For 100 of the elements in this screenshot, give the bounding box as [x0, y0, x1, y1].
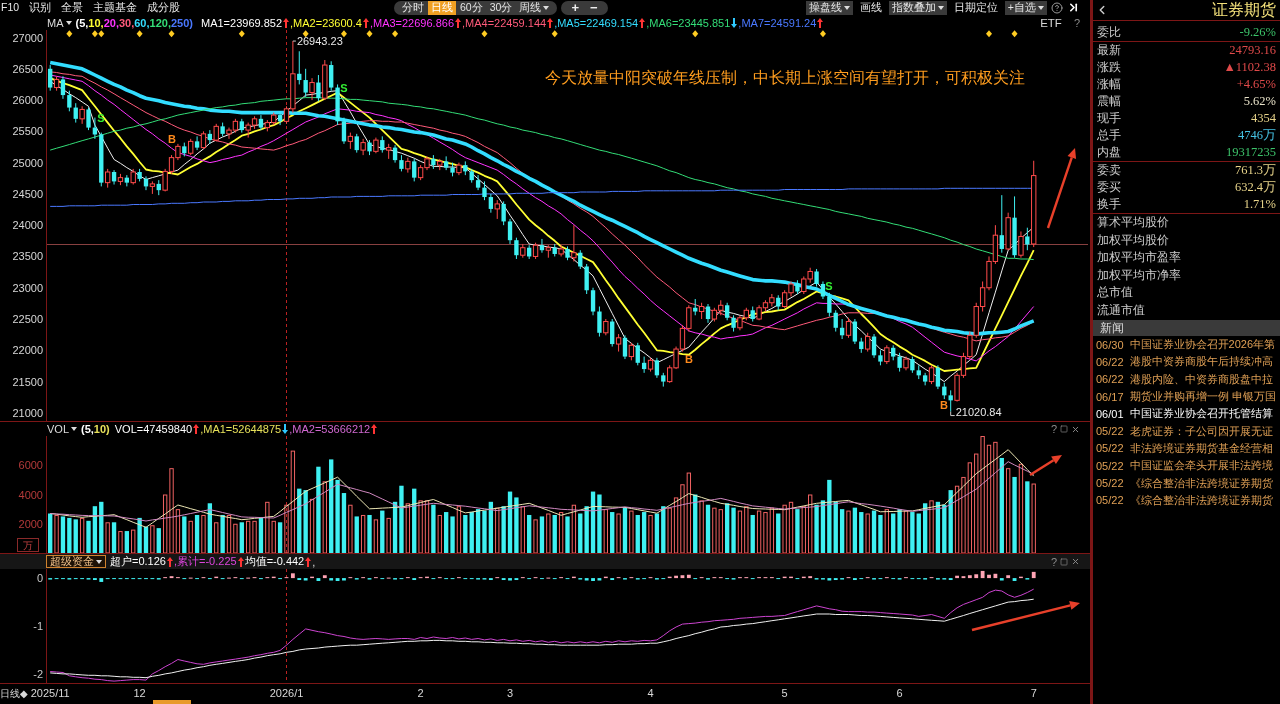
- quote-label: 最新: [1097, 43, 1121, 58]
- quote-label: 内盘: [1097, 145, 1121, 160]
- axis-label: 2026/1: [269, 687, 304, 699]
- news-date: 06/01: [1096, 407, 1124, 420]
- quote-label: 算术平均股价: [1097, 215, 1169, 231]
- axis-label: 6: [896, 687, 903, 699]
- quote-value: 632.4万: [1234, 179, 1276, 196]
- indicator-value: ,: [312, 555, 316, 568]
- indicator-params: 120,: [149, 16, 171, 29]
- quote-label: 涨跌: [1097, 60, 1121, 75]
- news-date: 05/22: [1096, 425, 1124, 438]
- chart-note: 今天放量中阳突破年线压制，中长期上涨空间有望打开，可积极关注: [545, 69, 1025, 86]
- axis-label: 24000: [12, 219, 43, 232]
- signal-label: S: [825, 280, 833, 292]
- quote-label: 加权平均股价: [1097, 232, 1169, 248]
- quote-label: 委买: [1097, 180, 1121, 195]
- quote-label: 流通市值: [1097, 302, 1145, 318]
- axis-label: 23500: [12, 250, 43, 263]
- news-date: 06/17: [1096, 390, 1124, 403]
- axis-label: 5: [781, 687, 788, 699]
- panel-title: 证券期货: [1212, 0, 1276, 20]
- axis-label: 21000: [12, 406, 43, 419]
- axis-label: 25500: [12, 125, 43, 138]
- quote-label: 总市值: [1097, 285, 1133, 301]
- news-header: 新闻: [1093, 320, 1280, 336]
- indicator-value: 超户=0.126: [110, 554, 166, 569]
- indicator-params: 30,: [118, 16, 135, 29]
- indicator-value: ,MA6=23445.851: [646, 16, 731, 29]
- indicator-value: MA1=23969.852: [201, 16, 283, 29]
- quote-label: 震幅: [1097, 94, 1121, 109]
- axis-label: 22500: [12, 313, 43, 326]
- indicator-value: ,MA2=23600.4: [290, 16, 362, 29]
- axis-label: 22000: [12, 344, 43, 357]
- price-label: 26943.23: [296, 35, 343, 48]
- news-date: 05/22: [1096, 477, 1124, 489]
- news-date: 06/22: [1096, 373, 1124, 386]
- quote-label: 现手: [1097, 111, 1121, 126]
- news-date: 05/22: [1096, 494, 1124, 507]
- indicator-value: ,MA7=24591.24: [738, 16, 817, 29]
- indicator-params: 250): [170, 16, 193, 29]
- quote-value: 4354: [1251, 111, 1276, 126]
- signal-label: S: [340, 82, 348, 94]
- axis-label: 2000: [18, 517, 43, 530]
- quote-value: 24793.16: [1229, 43, 1276, 58]
- indicator-params: (5,: [81, 423, 94, 435]
- axis-label: 24500: [12, 187, 43, 200]
- indicator-params: 10): [93, 423, 110, 435]
- quote-label: 总手: [1097, 128, 1121, 143]
- indicator-value: ,累计=-0.225: [173, 554, 237, 569]
- signal-label: B: [685, 353, 693, 365]
- axis-label: 4: [647, 687, 654, 699]
- indicator-value: ,MA3=22696.866: [369, 16, 454, 29]
- quote-value: ▲1102.38: [1223, 60, 1276, 75]
- etf-label: ETF: [1040, 16, 1062, 29]
- quote-label: 换手: [1097, 197, 1121, 212]
- quote-label: 委卖: [1097, 163, 1121, 178]
- signal-label: S: [97, 112, 105, 124]
- axis-label: 2025/11: [30, 687, 70, 699]
- axis-label: 26500: [12, 62, 43, 75]
- news-date: 06/22: [1096, 355, 1124, 368]
- quote-label: 加权平均市净率: [1097, 267, 1181, 283]
- quote-value: 761.3万: [1234, 162, 1276, 179]
- axis-label: 27000: [12, 31, 43, 44]
- axis-label: 12: [133, 687, 146, 699]
- indicator-params: 60,: [134, 16, 150, 29]
- quote-value: 1.71%: [1243, 197, 1276, 212]
- axis-label: 2: [417, 687, 424, 699]
- y-axis-title: 万: [23, 539, 33, 551]
- indicator-value: 均值=-0.442: [244, 554, 305, 569]
- quote-value: -9.26%: [1239, 25, 1276, 40]
- axis-label: 4000: [18, 488, 43, 501]
- news-date: 05/22: [1096, 442, 1124, 455]
- indicator-value: ,MA2=53666212: [289, 423, 371, 435]
- period-label: 日线◆: [0, 688, 28, 699]
- news-date: 06/30: [1096, 338, 1124, 351]
- axis-label: 21500: [12, 375, 43, 388]
- price-label: 21020.84: [955, 405, 1002, 418]
- quote-value: 5.62%: [1243, 94, 1276, 109]
- axis-label: 0: [36, 572, 43, 585]
- quote-label: 加权平均市盈率: [1097, 250, 1181, 266]
- quote-value: +4.65%: [1236, 77, 1276, 92]
- signal-label: B: [940, 399, 948, 411]
- indicator-value: ,MA5=22469.154: [554, 16, 639, 29]
- signal-label: B: [168, 133, 176, 145]
- axis-label: 3: [506, 687, 514, 699]
- axis-label: 26000: [12, 94, 43, 107]
- indicator-value: ,MA4=22459.144: [462, 16, 547, 29]
- indicator-value: ,MA1=52644875: [200, 423, 282, 435]
- quote-value: 4746万: [1238, 127, 1276, 144]
- axis-label: 23000: [12, 281, 43, 294]
- quote-label: 涨幅: [1097, 77, 1121, 92]
- indicator-params: 10,: [88, 16, 104, 29]
- axis-label: 6000: [18, 459, 43, 472]
- axis-label: -2: [33, 667, 43, 680]
- news-date: 05/22: [1096, 459, 1124, 472]
- quote-label: 委比: [1097, 25, 1121, 40]
- indicator-value: VOL=47459840: [114, 423, 193, 435]
- unit-label: 万: [17, 538, 39, 552]
- indicator-params: (5,: [75, 16, 89, 29]
- axis-label: 25000: [12, 156, 43, 169]
